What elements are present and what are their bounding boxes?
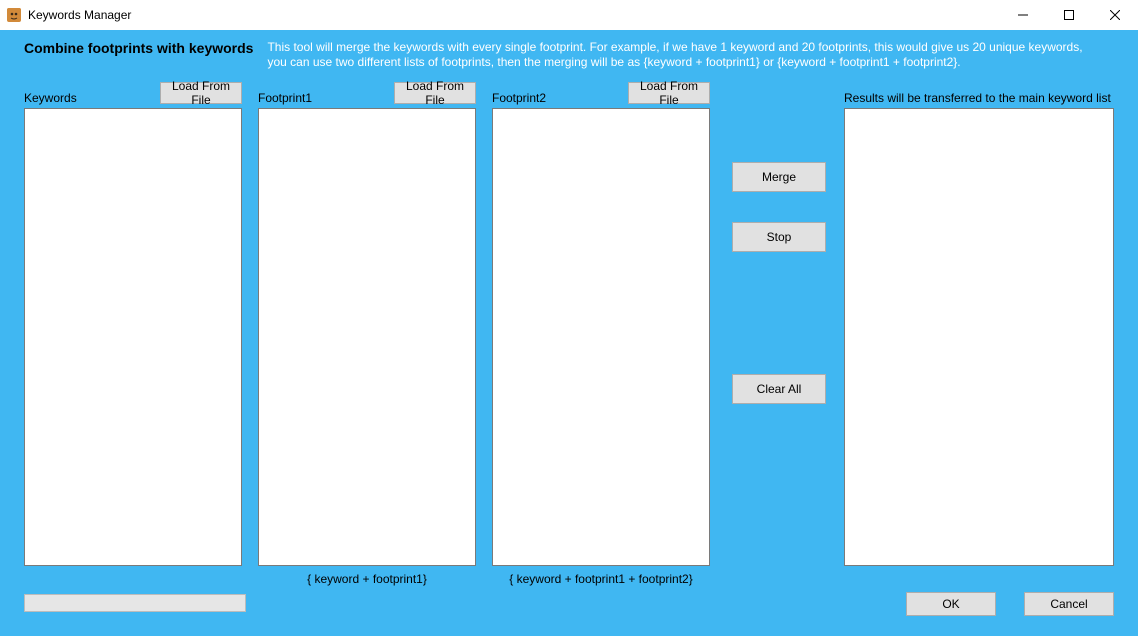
footprint2-label: Footprint2 <box>492 91 546 105</box>
stop-button[interactable]: Stop <box>732 222 826 252</box>
window-title: Keywords Manager <box>28 8 131 22</box>
ok-button[interactable]: OK <box>906 592 996 616</box>
load-footprint2-button[interactable]: Load From File <box>628 82 710 104</box>
header: Combine footprints with keywords This to… <box>24 40 1118 70</box>
footprint1-hint: { keyword + footprint1} <box>258 572 476 586</box>
footprint1-textarea[interactable] <box>258 108 476 566</box>
minimize-button[interactable] <box>1000 0 1046 30</box>
clear-all-button[interactable]: Clear All <box>732 374 826 404</box>
keywords-textarea[interactable] <box>24 108 242 566</box>
load-footprint1-button[interactable]: Load From File <box>394 82 476 104</box>
page-title: Combine footprints with keywords <box>24 40 253 56</box>
window-controls <box>1000 0 1138 30</box>
page-description: This tool will merge the keywords with e… <box>267 40 1087 70</box>
titlebar: Keywords Manager <box>0 0 1138 30</box>
client-area: Combine footprints with keywords This to… <box>0 30 1138 636</box>
maximize-button[interactable] <box>1046 0 1092 30</box>
footprint2-hint: { keyword + footprint1 + footprint2} <box>492 572 710 586</box>
merge-button[interactable]: Merge <box>732 162 826 192</box>
footprint2-textarea[interactable] <box>492 108 710 566</box>
progress-bar <box>24 594 246 612</box>
app-icon <box>6 7 22 23</box>
results-textarea[interactable] <box>844 108 1114 566</box>
load-keywords-button[interactable]: Load From File <box>160 82 242 104</box>
keywords-label: Keywords <box>24 91 77 105</box>
results-label: Results will be transferred to the main … <box>844 91 1111 105</box>
cancel-button[interactable]: Cancel <box>1024 592 1114 616</box>
close-button[interactable] <box>1092 0 1138 30</box>
footprint1-label: Footprint1 <box>258 91 312 105</box>
